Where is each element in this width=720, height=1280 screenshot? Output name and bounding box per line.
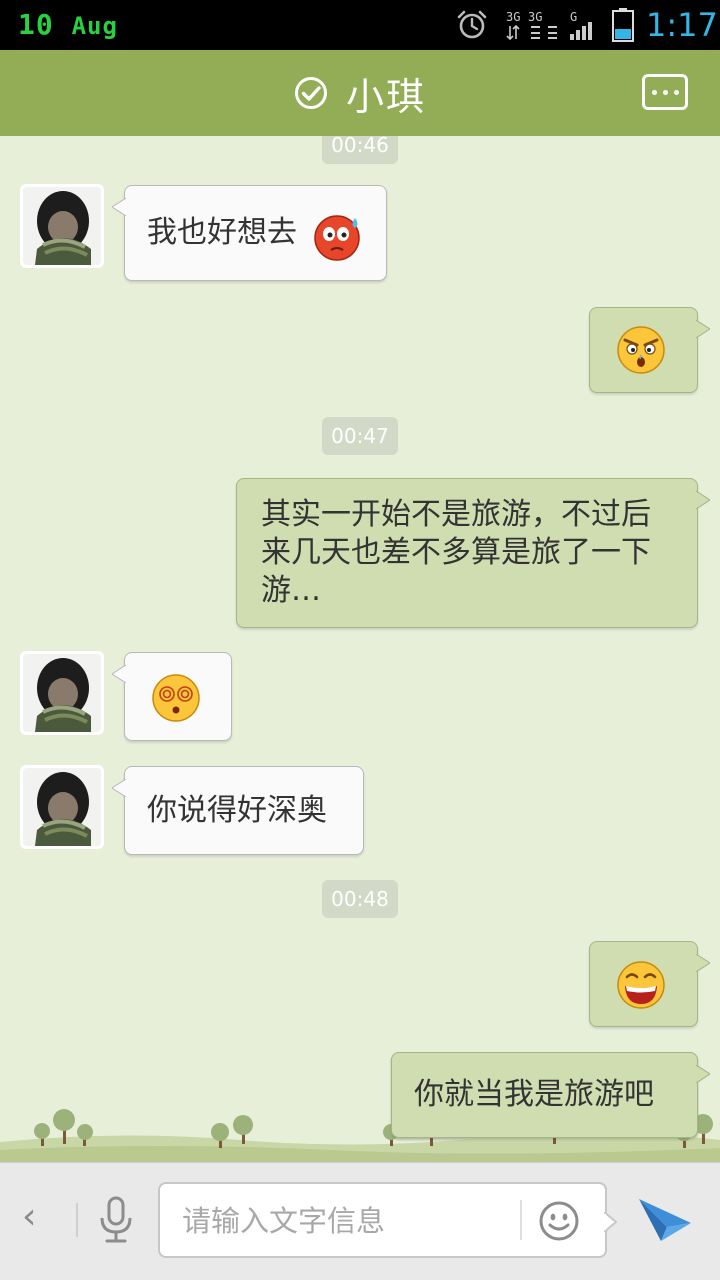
more-menu-button[interactable] (642, 74, 688, 110)
avatar-image (23, 768, 101, 846)
more-icon-dot (673, 89, 679, 95)
more-icon-dot (651, 89, 657, 95)
bubble-tail (696, 320, 710, 338)
message-text: 你说得好深奥 (147, 792, 327, 828)
status-month: Aug (71, 12, 118, 40)
status-day: 10 (18, 8, 54, 41)
message-text: 你就当我是旅游吧 (414, 1077, 654, 1112)
chat-title: 小琪 (345, 74, 426, 119)
blush-sweat-emoji (314, 215, 360, 261)
microphone-icon[interactable] (96, 1196, 136, 1244)
bubble-tail (112, 198, 126, 216)
battery-icon (612, 8, 634, 42)
divider (76, 1203, 78, 1237)
avatar-image (23, 654, 101, 732)
bubble-tail (696, 954, 710, 972)
message-input-container (158, 1182, 607, 1258)
signal-icon: 3G 3G G (506, 10, 592, 41)
smiley-icon[interactable] (538, 1200, 580, 1242)
back-button[interactable]: ‹ (22, 1196, 36, 1237)
message-bubble-incoming[interactable] (112, 652, 232, 741)
grin-emoji (617, 961, 665, 1009)
send-icon[interactable] (637, 1195, 693, 1243)
status-bar: 10 Aug 3G 3G G 1:17 (0, 0, 720, 50)
status-date: 10 Aug (18, 8, 118, 41)
status-time: 1:17 (646, 6, 718, 44)
message-bubble-outgoing[interactable]: 其实一开始不是旅游，不过后来几天也差不多算是旅了一下游… (236, 478, 710, 628)
angry-emoji (617, 326, 665, 374)
message-bubble-outgoing[interactable]: 你就当我是旅游吧 (391, 1052, 710, 1138)
network-label: 3G (506, 10, 520, 24)
message-bubble-outgoing[interactable] (589, 307, 710, 393)
network-label-3: G (570, 10, 577, 24)
message-text: 其实一开始不是旅游，不过后来几天也差不多算是旅了一下游… (261, 497, 651, 608)
message-bubble-incoming[interactable]: 你说得好深奥 (112, 766, 364, 855)
timestamp: 00:48 (322, 880, 398, 918)
alarm-icon (457, 10, 487, 39)
header-title-group: 小琪 (0, 50, 720, 136)
message-bubble-outgoing[interactable] (589, 941, 710, 1027)
avatar-image (23, 187, 101, 265)
bubble-tail (696, 491, 710, 509)
network-label-2: 3G (528, 10, 542, 24)
bubble-tail (112, 779, 126, 797)
bubble-tail (112, 665, 126, 683)
bubble-tail (696, 1065, 710, 1083)
check-circle-icon (294, 77, 327, 109)
field-divider (520, 1200, 522, 1240)
more-icon-dot (662, 89, 668, 95)
avatar[interactable] (20, 765, 104, 849)
dizzy-emoji (152, 674, 200, 722)
message-input[interactable] (182, 1198, 512, 1244)
message-bubble-incoming[interactable]: 我也好想去 (112, 185, 387, 281)
field-tail (604, 1212, 618, 1232)
timestamp: 00:47 (322, 417, 398, 455)
avatar[interactable] (20, 184, 104, 268)
avatar[interactable] (20, 651, 104, 735)
